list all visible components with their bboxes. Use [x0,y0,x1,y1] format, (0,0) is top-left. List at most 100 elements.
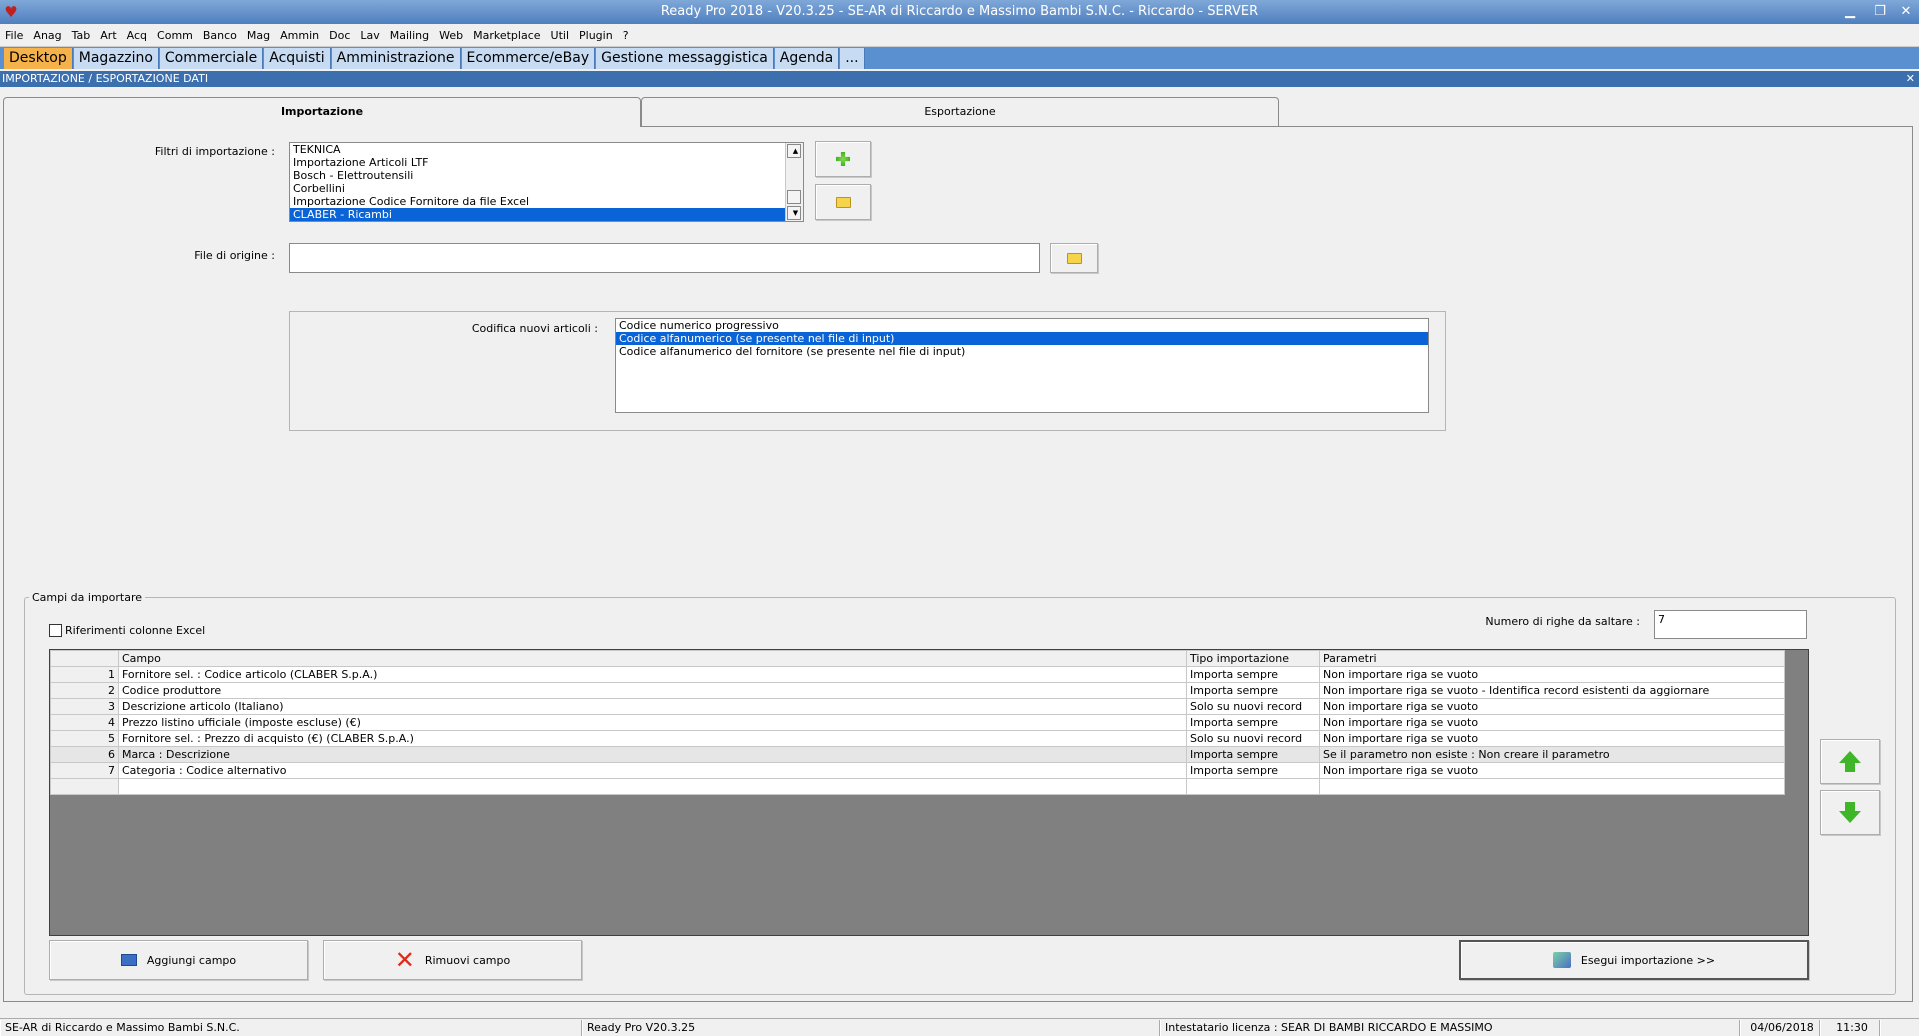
restore-icon[interactable]: ❐ [1869,2,1891,22]
table-row[interactable]: 5 Fornitore sel. : Prezzo di acquisto (€… [50,730,1785,747]
cell-tipo[interactable]: Importa sempre [1186,746,1320,763]
add-filter-button[interactable] [815,141,871,177]
menu-mailing[interactable]: Mailing [385,25,434,47]
excel-refs-checkbox[interactable] [49,624,62,637]
arrow-down-shaft [1845,802,1855,811]
table-row[interactable]: 6 Marca : Descrizione Importa sempre Se … [50,746,1785,763]
row-number [50,778,119,795]
cell-campo[interactable] [118,778,1187,795]
menu-marketplace[interactable]: Marketplace [468,25,545,47]
run-import-button[interactable]: Esegui importazione >> [1459,940,1809,980]
menu-help[interactable]: ? [618,25,634,47]
cell-campo[interactable]: Prezzo listino ufficiale (imposte esclus… [118,714,1187,731]
table-row[interactable]: 3 Descrizione articolo (Italiano) Solo s… [50,698,1785,715]
minimize-icon[interactable]: ▁ [1839,2,1861,22]
close-icon[interactable]: ✕ [1906,71,1915,87]
cell-tipo[interactable]: Importa sempre [1186,682,1320,699]
list-item-selected[interactable]: Codice alfanumerico (se presente nel fil… [616,332,1428,345]
table-row[interactable]: 2 Codice produttore Importa sempre Non i… [50,682,1785,699]
origin-file-label: File di origine : [194,249,275,262]
cell-parametri[interactable] [1319,778,1785,795]
cell-campo[interactable]: Categoria : Codice alternativo [118,762,1187,779]
tab-messaggistica[interactable]: Gestione messaggistica [596,48,774,69]
list-item-selected[interactable]: CLABER - Ricambi [290,208,803,221]
cell-parametri[interactable]: Non importare riga se vuoto [1319,762,1785,779]
list-item[interactable]: Corbellini [290,182,803,195]
cell-campo[interactable]: Fornitore sel. : Codice articolo (CLABER… [118,666,1187,683]
menu-doc[interactable]: Doc [324,25,355,47]
coding-label: Codifica nuovi articoli : [471,322,598,335]
menu-util[interactable]: Util [546,25,574,47]
open-filter-button[interactable] [815,184,871,220]
table-row[interactable]: 4 Prezzo listino ufficiale (imposte escl… [50,714,1785,731]
scroll-down-icon[interactable]: ▼ [787,206,801,220]
cell-tipo[interactable]: Solo su nuovi record [1186,730,1320,747]
table-row-empty[interactable] [50,778,1785,795]
list-item[interactable]: TEKNICA [290,143,803,156]
cell-parametri[interactable]: Non importare riga se vuoto [1319,666,1785,683]
tab-esportazione[interactable]: Esportazione [641,97,1279,126]
cell-tipo[interactable]: Importa sempre [1186,762,1320,779]
tab-more[interactable]: ... [840,48,865,69]
cell-campo[interactable]: Codice produttore [118,682,1187,699]
cell-tipo[interactable]: Solo su nuovi record [1186,698,1320,715]
cell-campo[interactable]: Descrizione articolo (Italiano) [118,698,1187,715]
cell-tipo[interactable]: Importa sempre [1186,714,1320,731]
scrollbar[interactable]: ▲ ▼ [785,143,803,221]
fields-group-legend: Campi da importare [29,591,145,604]
table-row[interactable]: 1 Fornitore sel. : Codice articolo (CLAB… [50,666,1785,683]
menu-lav[interactable]: Lav [355,25,384,47]
grid-header-tipo[interactable]: Tipo importazione [1186,650,1320,667]
cell-parametri[interactable]: Non importare riga se vuoto [1319,698,1785,715]
tab-acquisti[interactable]: Acquisti [264,48,331,69]
menu-ammin[interactable]: Ammin [275,25,324,47]
menu-banco[interactable]: Banco [198,25,242,47]
menu-plugin[interactable]: Plugin [574,25,618,47]
cell-tipo[interactable]: Importa sempre [1186,666,1320,683]
browse-file-button[interactable] [1050,243,1098,273]
cell-parametri[interactable]: Non importare riga se vuoto [1319,714,1785,731]
add-field-button[interactable]: Aggiungi campo [49,940,308,980]
skip-rows-input[interactable]: 7 [1654,610,1807,639]
tab-commerciale[interactable]: Commerciale [159,48,264,69]
scroll-up-icon[interactable]: ▲ [787,144,801,158]
menu-file[interactable]: File [0,25,28,47]
title-bar: ♥ Ready Pro 2018 - V20.3.25 - SE-AR di R… [0,0,1919,24]
menu-web[interactable]: Web [434,25,468,47]
list-item[interactable]: Codice numerico progressivo [616,319,1428,332]
grid-header-parametri[interactable]: Parametri [1319,650,1785,667]
coding-listbox[interactable]: Codice numerico progressivo Codice alfan… [615,318,1429,413]
menu-tab[interactable]: Tab [67,25,96,47]
origin-file-input[interactable] [289,243,1040,273]
close-icon[interactable]: ✕ [1895,2,1917,22]
cell-parametri[interactable]: Se il parametro non esiste : Non creare … [1319,746,1785,763]
move-down-button[interactable] [1820,790,1880,835]
menu-anag[interactable]: Anag [28,25,66,47]
menu-art[interactable]: Art [95,25,121,47]
list-item[interactable]: Codice alfanumerico del fornitore (se pr… [616,345,1428,358]
cell-campo[interactable]: Marca : Descrizione [118,746,1187,763]
tab-magazzino[interactable]: Magazzino [73,48,159,69]
list-item[interactable]: Importazione Articoli LTF [290,156,803,169]
list-item[interactable]: Bosch - Elettroutensili [290,169,803,182]
cell-parametri[interactable]: Non importare riga se vuoto [1319,730,1785,747]
tab-agenda[interactable]: Agenda [774,48,840,69]
grid-header-campo[interactable]: Campo [118,650,1187,667]
cell-campo[interactable]: Fornitore sel. : Prezzo di acquisto (€) … [118,730,1187,747]
scroll-thumb[interactable] [787,190,801,204]
menu-mag[interactable]: Mag [242,25,275,47]
tab-desktop[interactable]: Desktop [4,48,73,69]
tab-amministrazione[interactable]: Amministrazione [331,48,461,69]
table-row[interactable]: 7 Categoria : Codice alternativo Importa… [50,762,1785,779]
row-number: 2 [50,682,119,699]
filters-listbox[interactable]: TEKNICA Importazione Articoli LTF Bosch … [289,142,804,222]
move-up-button[interactable] [1820,739,1880,784]
menu-comm[interactable]: Comm [152,25,198,47]
list-item[interactable]: Importazione Codice Fornitore da file Ex… [290,195,803,208]
remove-field-button[interactable]: ✕ Rimuovi campo [323,940,582,980]
cell-tipo[interactable] [1186,778,1320,795]
cell-parametri[interactable]: Non importare riga se vuoto - Identifica… [1319,682,1785,699]
tab-importazione[interactable]: Importazione [3,97,641,127]
menu-acq[interactable]: Acq [122,25,152,47]
tab-ecommerce[interactable]: Ecommerce/eBay [461,48,596,69]
